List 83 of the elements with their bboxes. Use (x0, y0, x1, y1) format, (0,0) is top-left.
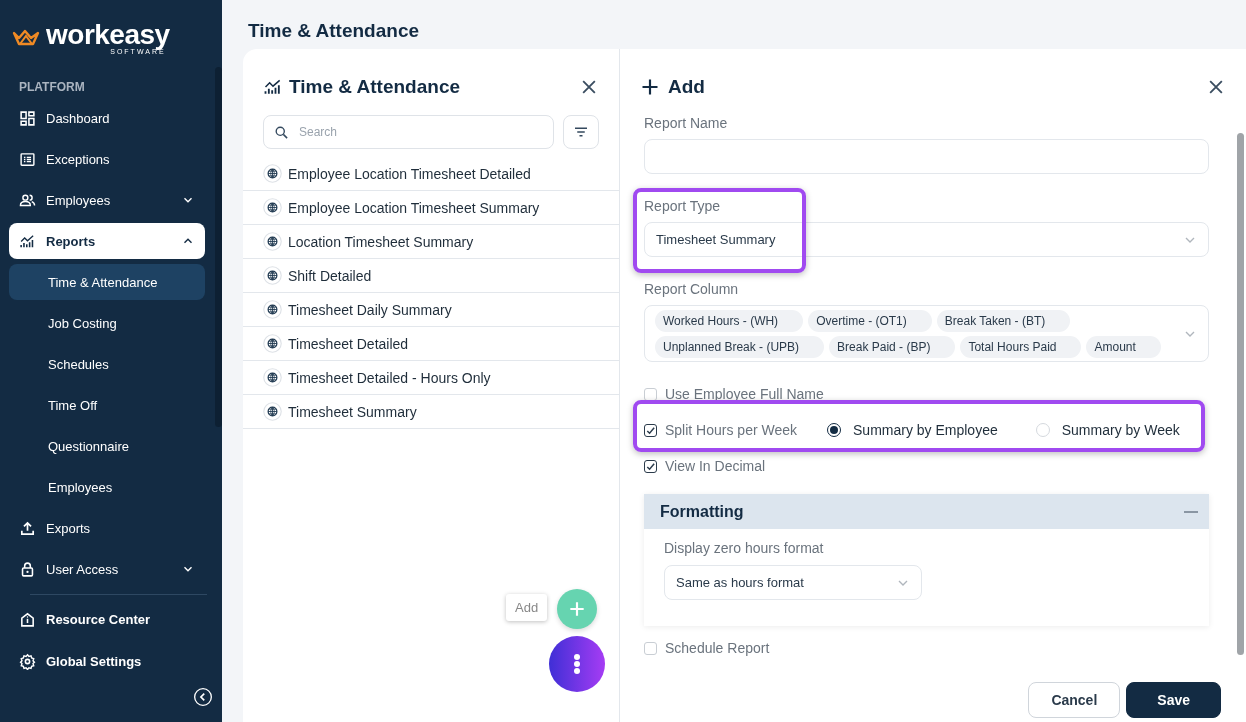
sidebar-item[interactable]: Global Settings (9, 643, 205, 679)
report-list-item[interactable]: Location Timesheet Summary (243, 225, 619, 259)
globe-icon (263, 266, 282, 285)
filter-button[interactable] (563, 115, 599, 149)
checkbox[interactable] (644, 459, 657, 473)
scrollbar[interactable] (1237, 133, 1244, 655)
field-label: Report Column (644, 281, 740, 297)
column-chip: Amount (1086, 335, 1161, 358)
submenu-item[interactable]: Time & Attendance (9, 264, 205, 300)
tooltip: Add (506, 594, 548, 621)
sidebar-item[interactable]: Dashboard (9, 100, 205, 136)
list-icon (19, 150, 36, 168)
page-title: Time & Attendance (247, 19, 421, 43)
globe-icon (263, 198, 282, 217)
radio-option[interactable]: Summary by Employee (827, 422, 1006, 438)
cancel-button[interactable]: Cancel (1028, 682, 1121, 718)
settings-icon (19, 652, 36, 670)
report-list-item[interactable]: Employee Location Timesheet Detailed (243, 157, 619, 191)
submenu-item[interactable]: Schedules (9, 346, 205, 382)
zero-hours-format-dropdown[interactable]: Same as hours format (664, 565, 922, 600)
sidebar-item[interactable]: Resource Center (9, 601, 205, 637)
field-label: Display zero hours format (664, 540, 825, 556)
submenu-item[interactable]: Time Off (9, 387, 205, 423)
globe-icon (263, 334, 282, 353)
panel-title: Add (668, 76, 706, 98)
globe-icon (263, 402, 282, 421)
upload-icon (19, 519, 36, 537)
column-chip: Unplanned Break - (UPB) (655, 335, 825, 358)
search-field[interactable]: Search (263, 115, 554, 149)
checkbox-label: Split Hours per Week (665, 422, 797, 438)
check-icon (645, 424, 656, 436)
scrollbar[interactable] (215, 67, 222, 427)
checkbox-label: View In Decimal (665, 458, 766, 474)
column-chip: Total Hours Paid (960, 335, 1082, 358)
plus-icon (567, 599, 587, 619)
globe-icon (263, 164, 282, 183)
report-list-item[interactable]: Timesheet Detailed (243, 327, 619, 361)
dashboard-icon (19, 109, 36, 127)
submenu-item[interactable]: Questionnaire (9, 428, 205, 464)
sidebar-item[interactable]: Reports (9, 223, 205, 259)
column-chip: Overtime - (OT1) (808, 309, 932, 332)
report-list-item[interactable]: Timesheet Daily Summary (243, 293, 619, 327)
field-label: Report Name (644, 115, 729, 131)
panel-title: Time & Attendance (289, 76, 462, 98)
plus-icon (640, 77, 660, 97)
collapse-icon[interactable] (193, 687, 213, 707)
report-name-field[interactable] (644, 139, 1209, 174)
report-type-dropdown[interactable]: Timesheet Summary (644, 222, 1209, 257)
logo-wordmark: workeasy (46, 21, 170, 49)
submenu-item[interactable]: Employees (9, 469, 205, 505)
more-button[interactable] (549, 636, 605, 692)
sidebar-item[interactable]: Exports (9, 510, 205, 546)
checkbox[interactable] (644, 423, 657, 437)
sidebar-item[interactable]: Employees (9, 182, 205, 218)
column-chip: Break Paid - (BP) (829, 335, 956, 358)
globe-icon (263, 300, 282, 319)
sidebar-item[interactable]: Exceptions (9, 141, 205, 177)
report-list-item[interactable]: Shift Detailed (243, 259, 619, 293)
checkbox-label: Use Employee Full Name (665, 386, 824, 402)
bar-chart-icon (263, 77, 283, 97)
report-list-item[interactable]: Timesheet Detailed - Hours Only (243, 361, 619, 395)
lock-icon (19, 560, 36, 578)
checkbox-label: Schedule Report (665, 640, 770, 656)
radio-option[interactable]: Summary by Week (1035, 422, 1188, 438)
more-vertical-icon (573, 653, 581, 675)
report-column-select[interactable]: Worked Hours - (WH) Overtime - (OT1) Break Taken - (BT) Unplanned Break - (UPB) Break Paid - (BP) Total Hours Paid Amount (644, 305, 1209, 362)
report-list-item[interactable]: Timesheet Summary (243, 395, 619, 429)
minus-icon (1184, 510, 1198, 513)
people-icon (19, 191, 36, 209)
globe-icon (263, 232, 282, 251)
submenu-item[interactable]: Job Costing (9, 305, 205, 341)
search-icon (274, 125, 289, 140)
section-header[interactable]: Formatting (644, 494, 1209, 529)
field-label: Report Type (644, 198, 721, 214)
report-list-item[interactable]: Employee Location Timesheet Summary (243, 191, 619, 225)
sidebar-item[interactable]: User Access (9, 551, 205, 587)
column-chip: Worked Hours - (WH) (655, 309, 804, 332)
globe-icon (263, 368, 282, 387)
house-icon (19, 610, 36, 628)
section-heading: PLATFORM (19, 80, 86, 94)
column-chip: Break Taken - (BT) (936, 309, 1071, 332)
save-button[interactable]: Save (1126, 682, 1221, 718)
check-icon (645, 460, 656, 472)
